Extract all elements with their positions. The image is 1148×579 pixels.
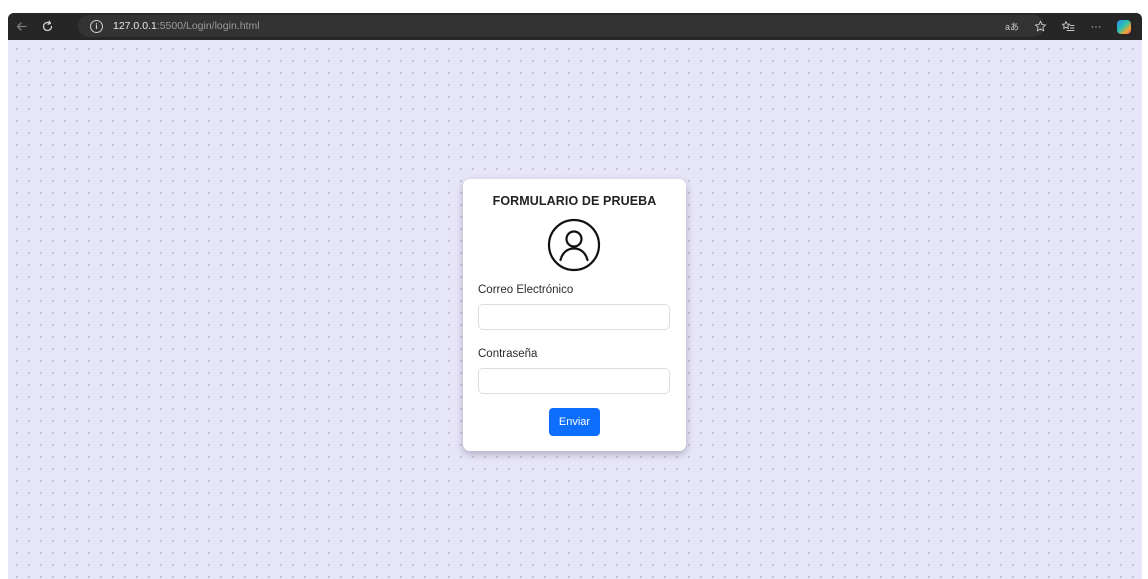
read-aloud-icon[interactable]: aあ xyxy=(998,16,1026,38)
address-bar[interactable]: i 127.0.0.1:5500/Login/login.html xyxy=(78,15,1044,37)
more-icon[interactable]: ··· xyxy=(1082,16,1110,38)
login-card: FORMULARIO DE PRUEBA Correo Electrónico … xyxy=(463,179,686,451)
url-host: 127.0.0.1 xyxy=(113,20,157,32)
page-content: FORMULARIO DE PRUEBA Correo Electrónico … xyxy=(8,40,1142,579)
favorites-list-button[interactable] xyxy=(1054,16,1082,38)
form-title: FORMULARIO DE PRUEBA xyxy=(492,194,657,208)
browser-window: i 127.0.0.1:5500/Login/login.html aあ ··· xyxy=(8,13,1142,579)
reload-button[interactable] xyxy=(34,15,60,39)
browser-actions: aあ ··· xyxy=(998,13,1138,40)
submit-button[interactable]: Enviar xyxy=(549,408,600,436)
password-label: Contraseña xyxy=(478,348,538,360)
email-field[interactable] xyxy=(478,304,670,330)
copilot-button[interactable] xyxy=(1110,16,1138,38)
back-arrow-icon xyxy=(16,22,27,31)
favorite-star-button[interactable] xyxy=(1026,16,1054,38)
reload-icon xyxy=(42,20,52,32)
back-button[interactable] xyxy=(8,15,34,39)
copilot-icon xyxy=(1117,19,1131,34)
info-icon[interactable]: i xyxy=(90,19,103,33)
email-label: Correo Electrónico xyxy=(478,284,574,296)
url-text: 127.0.0.1:5500/Login/login.html xyxy=(113,20,260,32)
favorite-star-icon xyxy=(1034,20,1046,32)
url-path: :5500/Login/login.html xyxy=(156,20,260,32)
password-field[interactable] xyxy=(478,368,670,394)
browser-toolbar: i 127.0.0.1:5500/Login/login.html aあ ··· xyxy=(8,13,1142,40)
favorites-list-icon xyxy=(1061,21,1075,31)
user-circle-icon xyxy=(547,218,601,272)
